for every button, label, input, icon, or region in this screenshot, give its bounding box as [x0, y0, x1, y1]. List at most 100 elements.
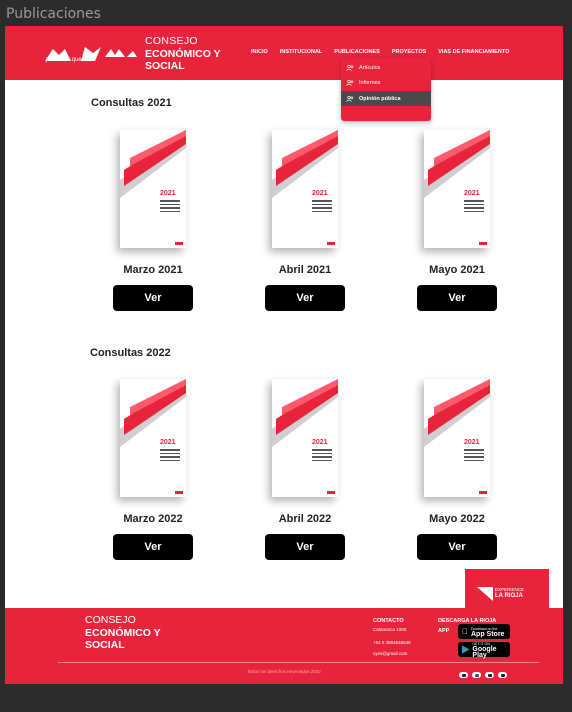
site-footer: CONSEJO ECONÓMICO Y SOCIAL CONTACTO Cata…: [5, 608, 563, 684]
badge-text: EXPERIENCE LA RIOJA: [495, 587, 524, 599]
publication-cover[interactable]: 2021: [120, 130, 186, 248]
window-title: Publicaciones: [6, 6, 101, 22]
badge-triangle-icon: [477, 587, 493, 601]
brand-line-2: ECONÓMICO Y: [145, 47, 221, 60]
footer-brand-line-1: CONSEJO: [85, 614, 136, 626]
publicaciones-dropdown: Artículos Informes Opinión pública: [341, 58, 431, 121]
ver-button[interactable]: Ver: [417, 534, 497, 560]
card-title: Marzo 2022: [123, 513, 183, 525]
web-page: provincia que late CONSEJO ECONÓMICO Y S…: [5, 26, 563, 684]
cover-art: [272, 379, 338, 447]
la-rioja-logo[interactable]: [45, 43, 137, 69]
contact-block: CONTACTO Catamarca 1000 +54 9 3804546546…: [373, 616, 411, 659]
dropdown-label: Informes: [359, 79, 381, 86]
badge-big-text: LA RIOJA: [495, 593, 523, 599]
contact-address: Catamarca 1000: [373, 627, 407, 632]
ver-button[interactable]: Ver: [265, 285, 345, 311]
cover-art: [272, 130, 338, 198]
cover-logo-mark: [479, 491, 487, 494]
instagram-icon[interactable]: [459, 672, 468, 678]
users-icon: [346, 64, 354, 71]
cover-logo-mark: [327, 491, 335, 494]
publication-cover[interactable]: 2021: [424, 130, 490, 248]
ver-button[interactable]: Ver: [113, 534, 193, 560]
cover-year: 2021: [160, 190, 176, 197]
cover-text-lines: [312, 200, 332, 214]
cover-logo-mark: [327, 242, 335, 245]
publication-card: 2021 Abril 2022 Ver: [253, 379, 357, 560]
nav-proyectos[interactable]: PROYECTOS: [392, 49, 426, 55]
site-header: provincia que late CONSEJO ECONÓMICO Y S…: [5, 26, 563, 80]
publication-card: 2021 Marzo 2022 Ver: [101, 379, 205, 560]
cover-text-lines: [160, 200, 180, 214]
card-title: Mayo 2021: [429, 264, 485, 276]
logo-caption: provincia que late: [46, 57, 94, 63]
twitter-icon[interactable]: [498, 672, 507, 678]
contact-heading: CONTACTO: [373, 618, 404, 624]
card-title: Marzo 2021: [123, 264, 183, 276]
dropdown-item-informes[interactable]: Informes: [341, 75, 431, 90]
social-links: [459, 672, 511, 678]
dropdown-item-opinion-publica[interactable]: Opinión pública: [341, 91, 431, 106]
publication-cover[interactable]: 2021: [272, 130, 338, 248]
google-play-big: Google Play: [472, 645, 497, 659]
nav-vias-de-financiamiento[interactable]: VIAS DE FINANCIAMIENTO: [438, 49, 509, 55]
cover-year: 2021: [312, 439, 328, 446]
brand-line-1: CONSEJO: [145, 35, 198, 47]
publication-card: 2021 Abril 2021 Ver: [253, 130, 357, 311]
publication-card: 2021 Mayo 2021 Ver: [405, 130, 509, 311]
section-title-2022: Consultas 2022: [90, 347, 171, 359]
cover-art: [120, 130, 186, 198]
cover-year: 2021: [160, 439, 176, 446]
card-title: Mayo 2022: [429, 513, 485, 525]
cover-art: [120, 379, 186, 447]
dropdown-label: Artículos: [359, 64, 381, 71]
footer-brand-line-3: SOCIAL: [85, 639, 125, 651]
google-play-text: GET IT ON Google Play: [472, 641, 510, 659]
brand-line-3: SOCIAL: [145, 60, 185, 72]
google-play-button[interactable]: GET IT ON Google Play: [458, 641, 510, 659]
contact-email[interactable]: cyes@gmail.com: [373, 648, 411, 659]
cover-logo-mark: [479, 242, 487, 245]
footer-brand[interactable]: CONSEJO ECONÓMICO Y SOCIAL: [85, 614, 161, 652]
ver-button[interactable]: Ver: [265, 534, 345, 560]
nav-publicaciones[interactable]: PUBLICACIONES: [334, 49, 380, 55]
footer-brand-line-2: ECONÓMICO Y: [85, 626, 161, 639]
ver-button[interactable]: Ver: [417, 285, 497, 311]
dropdown-item-articulos[interactable]: Artículos: [341, 60, 431, 75]
nav-inicio[interactable]: INICIO: [251, 49, 268, 55]
publication-cover[interactable]: 2021: [424, 379, 490, 497]
cover-art: [424, 379, 490, 447]
experience-la-rioja-badge[interactable]: EXPERIENCE LA RIOJA: [465, 569, 549, 609]
cyes-brand[interactable]: CONSEJO ECONÓMICO Y SOCIAL: [145, 35, 221, 73]
section-title-2021: Consultas 2021: [91, 97, 172, 109]
dropdown-label: Opinión pública: [359, 95, 401, 102]
cover-year: 2021: [464, 190, 480, 197]
youtube-icon[interactable]: [485, 672, 494, 678]
cover-art: [424, 130, 490, 198]
cover-logo-mark: [175, 491, 183, 494]
publication-card: 2021 Marzo 2021 Ver: [101, 130, 205, 311]
app-store-button[interactable]:  Download on the App Store: [458, 624, 510, 639]
cover-logo-mark: [175, 242, 183, 245]
apple-icon: : [462, 627, 468, 636]
publication-card: 2021 Mayo 2022 Ver: [405, 379, 509, 560]
app-store-text: Download on the App Store: [471, 626, 504, 638]
ver-button[interactable]: Ver: [113, 285, 193, 311]
nav-institucional[interactable]: INSTITUCIONAL: [280, 49, 322, 55]
users-icon: [346, 79, 354, 86]
cover-text-lines: [464, 200, 484, 214]
cover-text-lines: [312, 449, 332, 463]
cover-text-lines: [464, 449, 484, 463]
cover-text-lines: [160, 449, 180, 463]
card-title: Abril 2021: [278, 264, 332, 276]
facebook-icon[interactable]: [472, 672, 481, 678]
publication-cover[interactable]: 2021: [272, 379, 338, 497]
cover-year: 2021: [464, 439, 480, 446]
cover-year: 2021: [312, 190, 328, 197]
app-store-big: App Store: [465, 630, 504, 638]
contact-phone[interactable]: +54 9 3804546546: [373, 637, 411, 648]
main-nav: INICIO INSTITUCIONAL PUBLICACIONES PROYE…: [251, 49, 521, 55]
google-play-icon: [462, 645, 470, 654]
publication-cover[interactable]: 2021: [120, 379, 186, 497]
